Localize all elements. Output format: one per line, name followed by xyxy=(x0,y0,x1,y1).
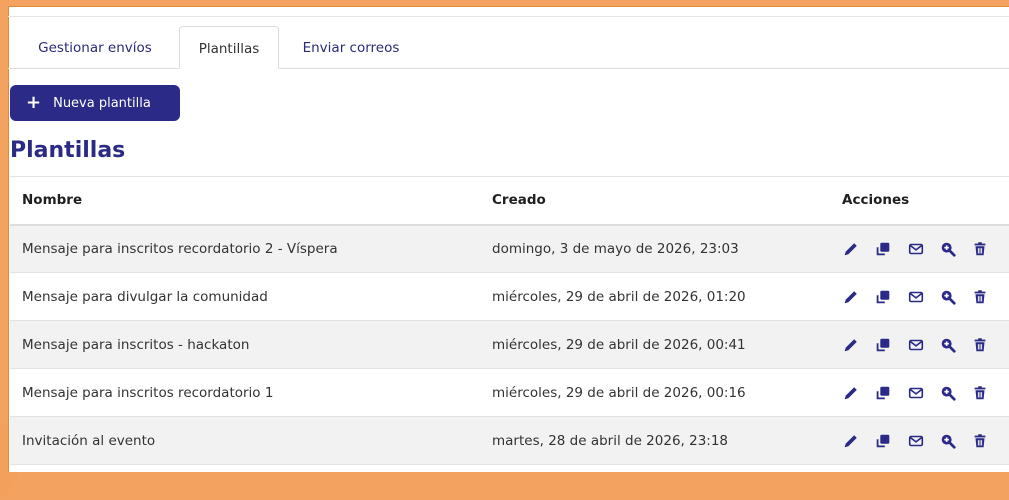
row-actions xyxy=(830,225,1009,273)
header-name: Nombre xyxy=(22,192,83,209)
header-actions: Acciones xyxy=(842,192,910,209)
template-created: miércoles, 29 de abril de 2026, 01:20 xyxy=(492,288,746,305)
preview-icon[interactable] xyxy=(939,288,957,306)
delete-icon[interactable] xyxy=(971,288,989,306)
mail-icon[interactable] xyxy=(907,336,925,354)
row-actions xyxy=(830,369,1009,417)
table-row: Mensaje para divulgar la comunidad miérc… xyxy=(10,272,1009,321)
header-created: Creado xyxy=(492,192,546,209)
template-created: martes, 28 de abril de 2026, 23:18 xyxy=(492,432,729,449)
duplicate-icon[interactable] xyxy=(874,288,892,306)
preview-icon[interactable] xyxy=(939,336,957,354)
templates-table: Nombre Creado Acciones Mensaje para insc… xyxy=(10,176,1009,465)
edit-icon[interactable] xyxy=(842,240,860,258)
template-created: miércoles, 29 de abril de 2026, 00:16 xyxy=(492,384,746,401)
template-created: miércoles, 29 de abril de 2026, 00:41 xyxy=(492,336,746,353)
edit-icon[interactable] xyxy=(842,336,860,354)
template-created: domingo, 3 de mayo de 2026, 23:03 xyxy=(492,240,739,257)
template-name: Invitación al evento xyxy=(22,432,156,449)
edit-icon[interactable] xyxy=(842,384,860,402)
table-row: Invitación al evento martes, 28 de abril… xyxy=(10,416,1009,465)
delete-icon[interactable] xyxy=(971,384,989,402)
row-actions xyxy=(830,417,1009,465)
duplicate-icon[interactable] xyxy=(874,384,892,402)
delete-icon[interactable] xyxy=(971,240,989,258)
plus-icon: + xyxy=(26,92,42,113)
preview-icon[interactable] xyxy=(939,432,957,450)
top-divider xyxy=(8,16,1009,17)
duplicate-icon[interactable] xyxy=(874,336,892,354)
delete-icon[interactable] xyxy=(971,432,989,450)
row-actions xyxy=(830,273,1009,321)
preview-icon[interactable] xyxy=(939,384,957,402)
duplicate-icon[interactable] xyxy=(874,432,892,450)
template-name: Mensaje para divulgar la comunidad xyxy=(22,288,268,305)
delete-icon[interactable] xyxy=(971,336,989,354)
template-name: Mensaje para inscritos recordatorio 2 - … xyxy=(22,240,338,257)
mail-icon[interactable] xyxy=(907,384,925,402)
template-name: Mensaje para inscritos recordatorio 1 xyxy=(22,384,274,401)
mail-icon[interactable] xyxy=(907,432,925,450)
edit-icon[interactable] xyxy=(842,432,860,450)
template-name: Mensaje para inscritos - hackaton xyxy=(22,336,250,353)
tab-enviar-correos[interactable]: Enviar correos xyxy=(288,26,414,68)
mail-icon[interactable] xyxy=(907,240,925,258)
page-title: Plantillas xyxy=(10,138,126,163)
preview-icon[interactable] xyxy=(939,240,957,258)
table-header-row: Nombre Creado Acciones xyxy=(10,176,1009,225)
tab-plantillas[interactable]: Plantillas xyxy=(179,26,279,69)
duplicate-icon[interactable] xyxy=(874,240,892,258)
new-template-button[interactable]: + Nueva plantilla xyxy=(10,85,180,121)
row-actions xyxy=(830,321,1009,369)
tab-bar: Gestionar envíos Plantillas Enviar corre… xyxy=(8,26,1009,69)
table-row: Mensaje para inscritos recordatorio 2 - … xyxy=(10,224,1009,273)
tab-gestionar-envios[interactable]: Gestionar envíos xyxy=(20,26,170,68)
mail-icon[interactable] xyxy=(907,288,925,306)
new-template-label: Nueva plantilla xyxy=(53,96,151,111)
edit-icon[interactable] xyxy=(842,288,860,306)
table-row: Mensaje para inscritos recordatorio 1 mi… xyxy=(10,368,1009,417)
table-row: Mensaje para inscritos - hackaton miérco… xyxy=(10,320,1009,369)
